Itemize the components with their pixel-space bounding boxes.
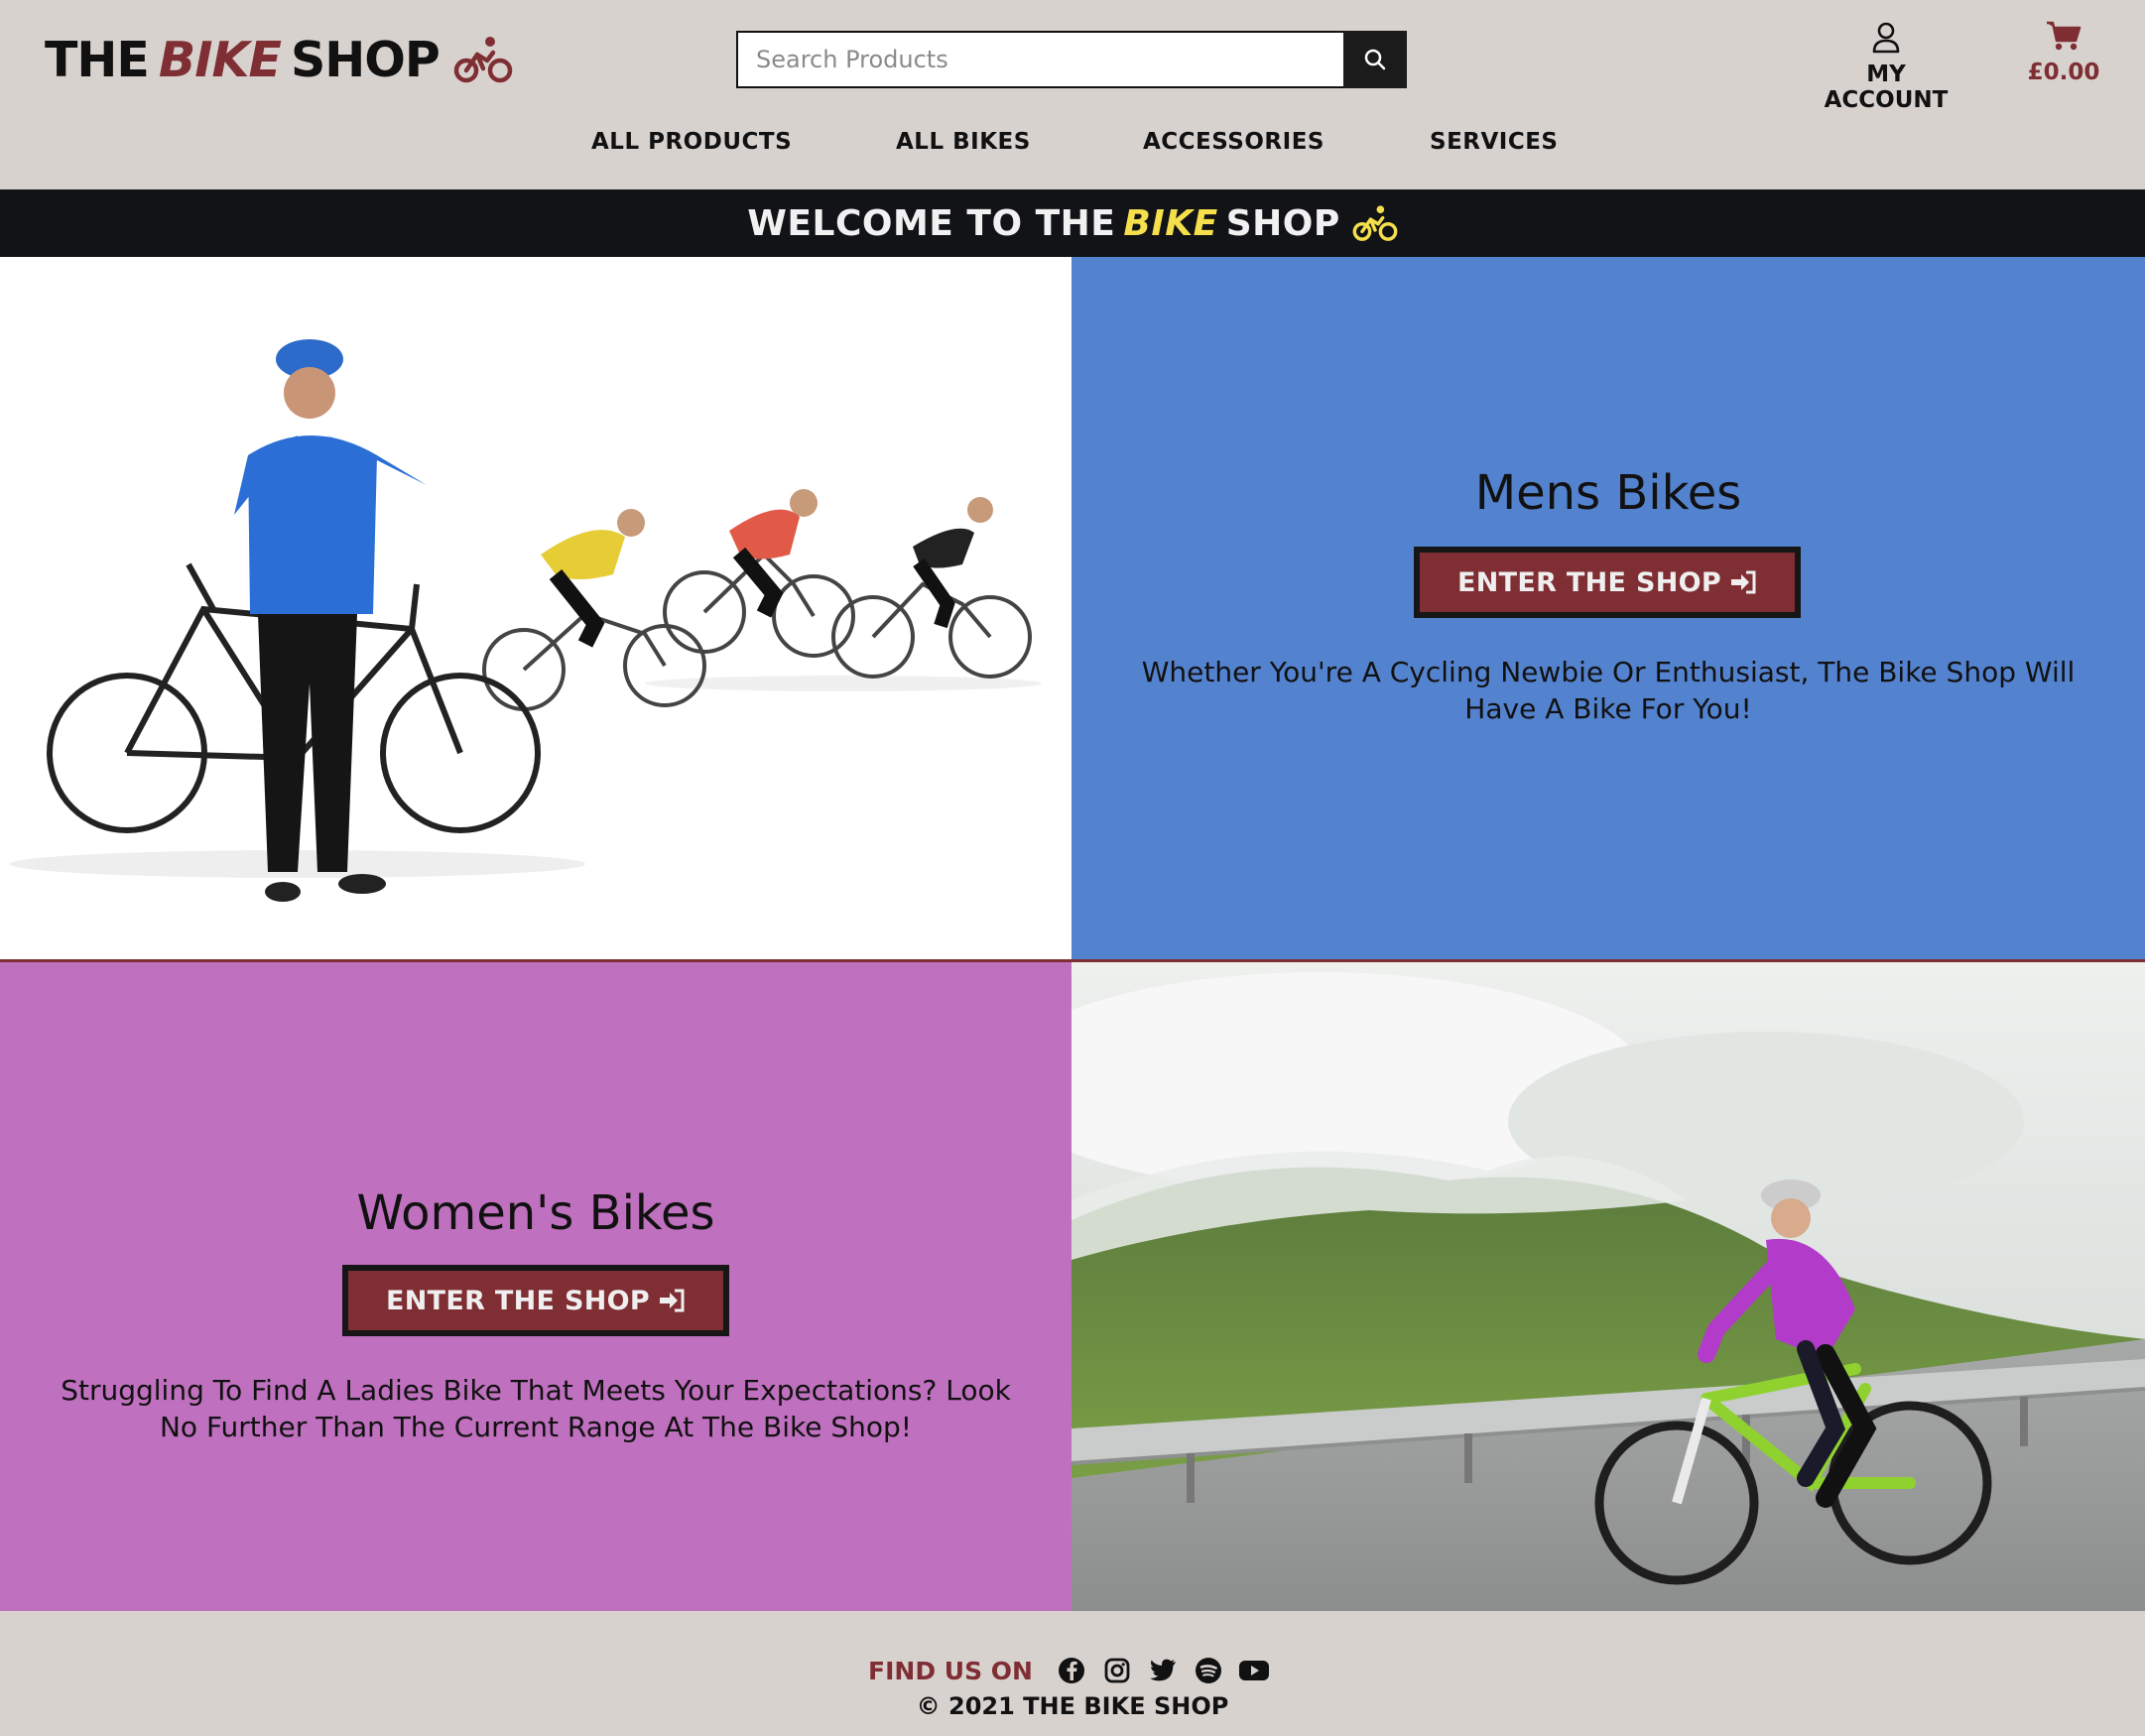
mens-bikes-title: Mens Bikes	[1474, 465, 1742, 521]
mens-cyclists-image	[0, 257, 1072, 959]
find-us-label: FIND US ON	[868, 1656, 1033, 1685]
my-account-label: MY ACCOUNT	[1824, 62, 1949, 113]
user-icon	[1872, 22, 1900, 54]
womens-photo-illustration	[1072, 962, 2145, 1611]
nav-all-products[interactable]: ALL PRODUCTS	[591, 129, 792, 155]
cyclist-icon	[1352, 205, 1398, 241]
youtube-icon[interactable]	[1238, 1655, 1270, 1686]
search-bar	[736, 31, 1407, 88]
search-button[interactable]	[1343, 31, 1407, 88]
search-input[interactable]	[736, 31, 1343, 88]
banner-bike: BIKE	[1123, 202, 1218, 244]
cart-total: £0.00	[2027, 60, 2100, 85]
logo-shop: SHOP	[290, 31, 441, 88]
logo-the: THE	[45, 31, 150, 88]
twitter-icon[interactable]	[1147, 1655, 1179, 1686]
my-account-link[interactable]: MY ACCOUNT	[1802, 22, 1970, 113]
instagram-icon[interactable]	[1101, 1655, 1133, 1686]
womens-enter-shop-button[interactable]: ENTER THE SHOP	[342, 1265, 729, 1336]
sign-in-icon	[1730, 570, 1756, 594]
site-header: THE BIKE SHOP MY ACCOUNT	[0, 0, 2145, 189]
nav-all-bikes[interactable]: ALL BIKES	[896, 129, 1031, 155]
cyclist-icon	[453, 37, 513, 83]
mens-bikes-card: Mens Bikes ENTER THE SHOP Whether You're…	[1072, 257, 2145, 959]
womens-bikes-title: Women's Bikes	[356, 1185, 715, 1241]
mens-photo-illustration	[10, 339, 1042, 902]
nav-accessories[interactable]: ACCESSORIES	[1143, 129, 1325, 155]
site-logo[interactable]: THE BIKE SHOP	[45, 30, 513, 89]
mens-enter-shop-button[interactable]: ENTER THE SHOP	[1414, 547, 1801, 618]
facebook-icon[interactable]	[1056, 1655, 1087, 1686]
logo-bike: BIKE	[158, 31, 282, 88]
womens-bikes-card: Women's Bikes ENTER THE SHOP Struggling …	[0, 959, 1072, 1611]
spotify-icon[interactable]	[1193, 1655, 1224, 1686]
womens-bikes-text: Struggling To Find A Ladies Bike That Me…	[61, 1374, 1011, 1443]
womens-enter-shop-label: ENTER THE SHOP	[386, 1285, 650, 1316]
sign-in-icon	[659, 1289, 685, 1312]
mens-bikes-text: Whether You're A Cycling Newbie Or Enthu…	[1141, 656, 2076, 725]
copyright: © 2021 THE BIKE SHOP	[916, 1692, 1229, 1720]
search-icon	[1364, 49, 1386, 70]
nav-services[interactable]: SERVICES	[1430, 129, 1559, 155]
site-footer: FIND US ON © 2021 THE BIKE SHOP	[0, 1611, 2145, 1736]
welcome-banner: WELCOME TO THE BIKE SHOP	[0, 189, 2145, 257]
cart-icon	[2047, 21, 2082, 51]
banner-prefix: WELCOME TO THE	[747, 202, 1116, 244]
cart-link[interactable]: £0.00	[2016, 20, 2111, 85]
womens-cyclist-image	[1072, 959, 2145, 1611]
main-nav: ALL PRODUCTS ALL BIKES ACCESSORIES SERVI…	[0, 129, 2145, 169]
find-us-on: FIND US ON	[0, 1655, 2145, 1686]
mens-enter-shop-label: ENTER THE SHOP	[1457, 566, 1721, 598]
banner-shop: SHOP	[1225, 202, 1340, 244]
